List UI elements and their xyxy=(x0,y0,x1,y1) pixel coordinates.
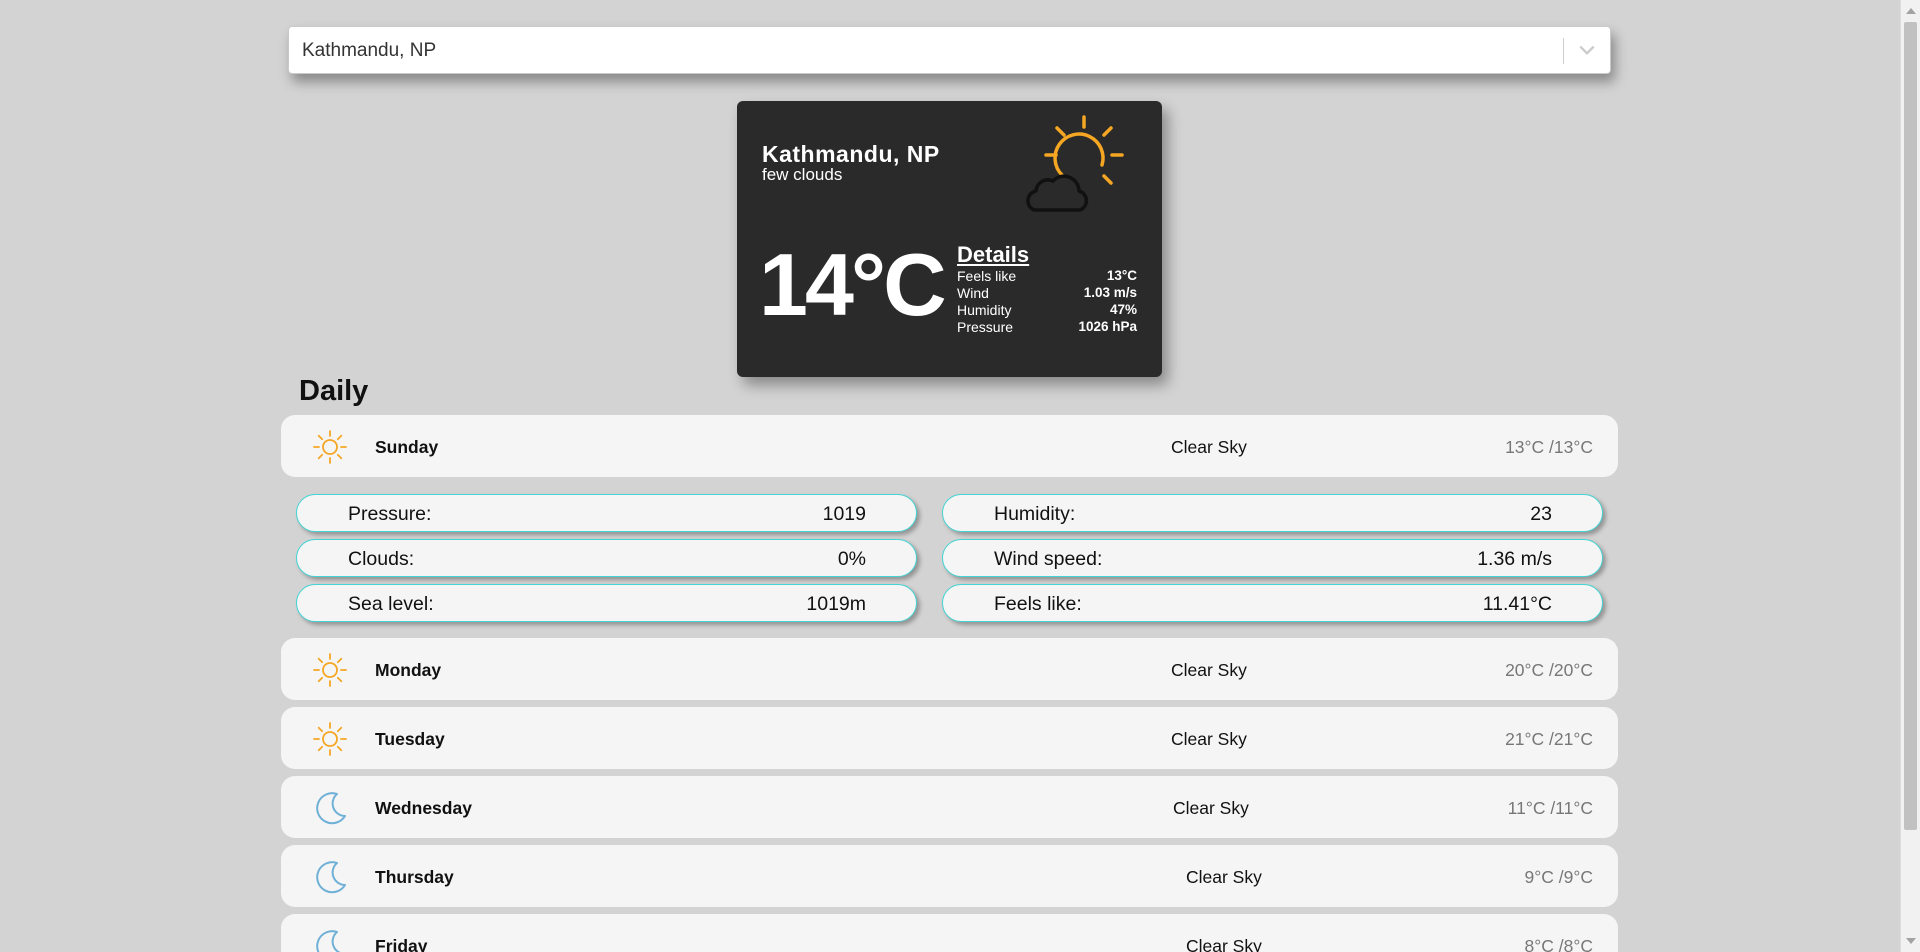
pill-value: 1019m xyxy=(806,593,866,615)
current-weather-card: Kathmandu, NP few clouds 14°C Details Fe… xyxy=(737,101,1162,377)
page-viewport: Kathmandu, NP Kathmandu, NP few clouds 1… xyxy=(0,0,1900,952)
daily-item-friday[interactable]: Friday Clear Sky 8°C /8°C xyxy=(281,914,1618,952)
moon-icon xyxy=(316,930,341,952)
current-description: few clouds xyxy=(762,165,843,184)
detail-pill-feels-like: Feels like: 11.41°C xyxy=(942,584,1603,622)
daily-item-tuesday[interactable]: Tuesday Clear Sky 21°C /21°C xyxy=(281,707,1618,769)
search-selected-value: Kathmandu, NP xyxy=(302,40,437,61)
sun-icon xyxy=(313,653,347,687)
day-condition: Clear Sky xyxy=(1173,798,1249,818)
detail-value: 1026 hPa xyxy=(1078,319,1137,334)
pill-value: 1019 xyxy=(822,503,866,525)
day-temperature: 9°C /9°C xyxy=(1524,867,1593,887)
detail-pill-humidity: Humidity: 23 xyxy=(942,494,1603,532)
moon-icon xyxy=(316,861,346,894)
scrollbar-thumb[interactable] xyxy=(1904,22,1917,830)
day-name: Monday xyxy=(375,660,442,680)
detail-pill-sea-level: Sea level: 1019m xyxy=(296,584,917,622)
pill-value: 11.41°C xyxy=(1482,593,1552,615)
day-condition: Clear Sky xyxy=(1171,660,1247,680)
day-name: Friday xyxy=(375,936,428,952)
chevron-down-icon[interactable] xyxy=(1576,39,1598,61)
sun-behind-cloud-icon xyxy=(1026,115,1124,212)
day-temperature: 20°C /20°C xyxy=(1505,660,1593,680)
detail-value: 1.03 m/s xyxy=(1083,285,1137,300)
day-condition: Clear Sky xyxy=(1171,437,1247,457)
day-temperature: 21°C /21°C xyxy=(1505,729,1593,749)
daily-item-wednesday[interactable]: Wednesday Clear Sky 11°C /11°C xyxy=(281,776,1618,838)
detail-value: 13°C xyxy=(1106,268,1137,283)
pill-value: 0% xyxy=(837,548,866,570)
detail-humidity: Humidity 47% xyxy=(957,302,1137,319)
day-condition: Clear Sky xyxy=(1186,867,1262,887)
day-name: Sunday xyxy=(375,437,439,457)
pill-label: Pressure: xyxy=(348,503,432,525)
select-indicator-separator xyxy=(1563,38,1564,64)
city-search-select[interactable]: Kathmandu, NP xyxy=(288,26,1611,74)
scroll-down-arrow-icon[interactable] xyxy=(1906,938,1916,944)
daily-item-monday[interactable]: Monday Clear Sky 20°C /20°C xyxy=(281,638,1618,700)
day-temperature: 8°C /8°C xyxy=(1524,936,1593,952)
detail-label: Feels like xyxy=(957,268,1017,284)
detail-wind: Wind 1.03 m/s xyxy=(957,285,1137,302)
detail-value: 47% xyxy=(1109,302,1137,317)
pill-label: Sea level: xyxy=(348,593,434,615)
pill-label: Wind speed: xyxy=(994,548,1103,570)
detail-pill-clouds: Clouds: 0% xyxy=(296,539,917,577)
day-name: Thursday xyxy=(375,867,454,887)
detail-pill-pressure: Pressure: 1019 xyxy=(296,494,917,532)
moon-icon xyxy=(316,792,346,825)
details-heading: Details xyxy=(957,242,1030,267)
detail-label: Humidity xyxy=(957,302,1012,318)
detail-pill-wind-speed: Wind speed: 1.36 m/s xyxy=(942,539,1603,577)
detail-label: Wind xyxy=(957,285,989,301)
vertical-scrollbar[interactable] xyxy=(1900,0,1920,952)
daily-item-thursday[interactable]: Thursday Clear Sky 9°C /9°C xyxy=(281,845,1618,907)
day-condition: Clear Sky xyxy=(1171,729,1247,749)
detail-feels-like: Feels like 13°C xyxy=(957,268,1137,285)
detail-label: Pressure xyxy=(957,319,1014,335)
daily-item-sunday[interactable]: Sunday Clear Sky 13°C /13°C xyxy=(281,415,1618,477)
pill-label: Clouds: xyxy=(348,548,415,570)
current-temperature: 14°C xyxy=(759,235,947,334)
daily-heading: Daily xyxy=(299,375,369,407)
details-list: Feels like 13°C Wind 1.03 m/s Humidity 4… xyxy=(957,268,1137,336)
day-temperature: 11°C /11°C xyxy=(1507,798,1593,818)
day-name: Wednesday xyxy=(375,798,472,818)
sun-icon xyxy=(313,722,347,756)
detail-pressure: Pressure 1026 hPa xyxy=(957,319,1137,336)
pill-label: Feels like: xyxy=(994,593,1082,615)
pill-value: 1.36 m/s xyxy=(1477,548,1552,570)
day-temperature: 13°C /13°C xyxy=(1505,437,1593,457)
pill-label: Humidity: xyxy=(994,503,1076,525)
current-city: Kathmandu, NP xyxy=(762,141,940,167)
sun-icon xyxy=(313,430,347,464)
day-condition: Clear Sky xyxy=(1186,936,1262,952)
day-name: Tuesday xyxy=(375,729,445,749)
scroll-up-arrow-icon[interactable] xyxy=(1906,8,1916,14)
pill-value: 23 xyxy=(1530,503,1552,525)
